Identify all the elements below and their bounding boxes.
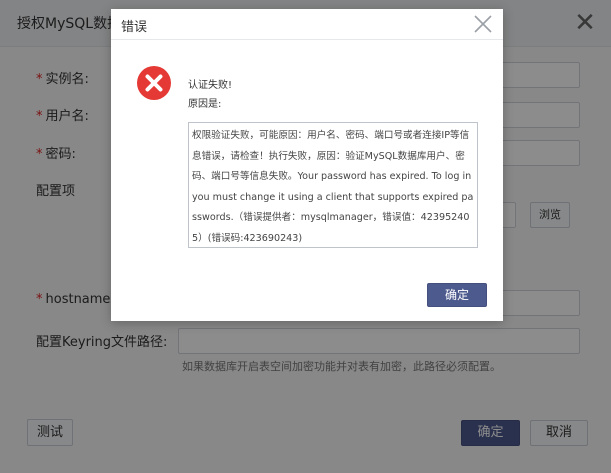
close-icon[interactable] [472,13,494,35]
error-dialog-title: 错误 [121,20,148,35]
error-icon [137,66,171,100]
error-reason-label: 原因是: [188,99,222,110]
error-detail-box: 权限验证失败，可能原因：用户名、密码、端口号或者连接IP等信息错误，请检查！执行… [188,122,478,248]
error-dialog: 错误 认证失败! 原因是: 权限验证失败，可能原因：用户名、密码、端口号或者连接… [111,9,503,321]
error-headline: 认证失败! [188,80,233,91]
ok-button[interactable]: 确定 [427,283,487,307]
error-dialog-header: 错误 [111,9,503,40]
